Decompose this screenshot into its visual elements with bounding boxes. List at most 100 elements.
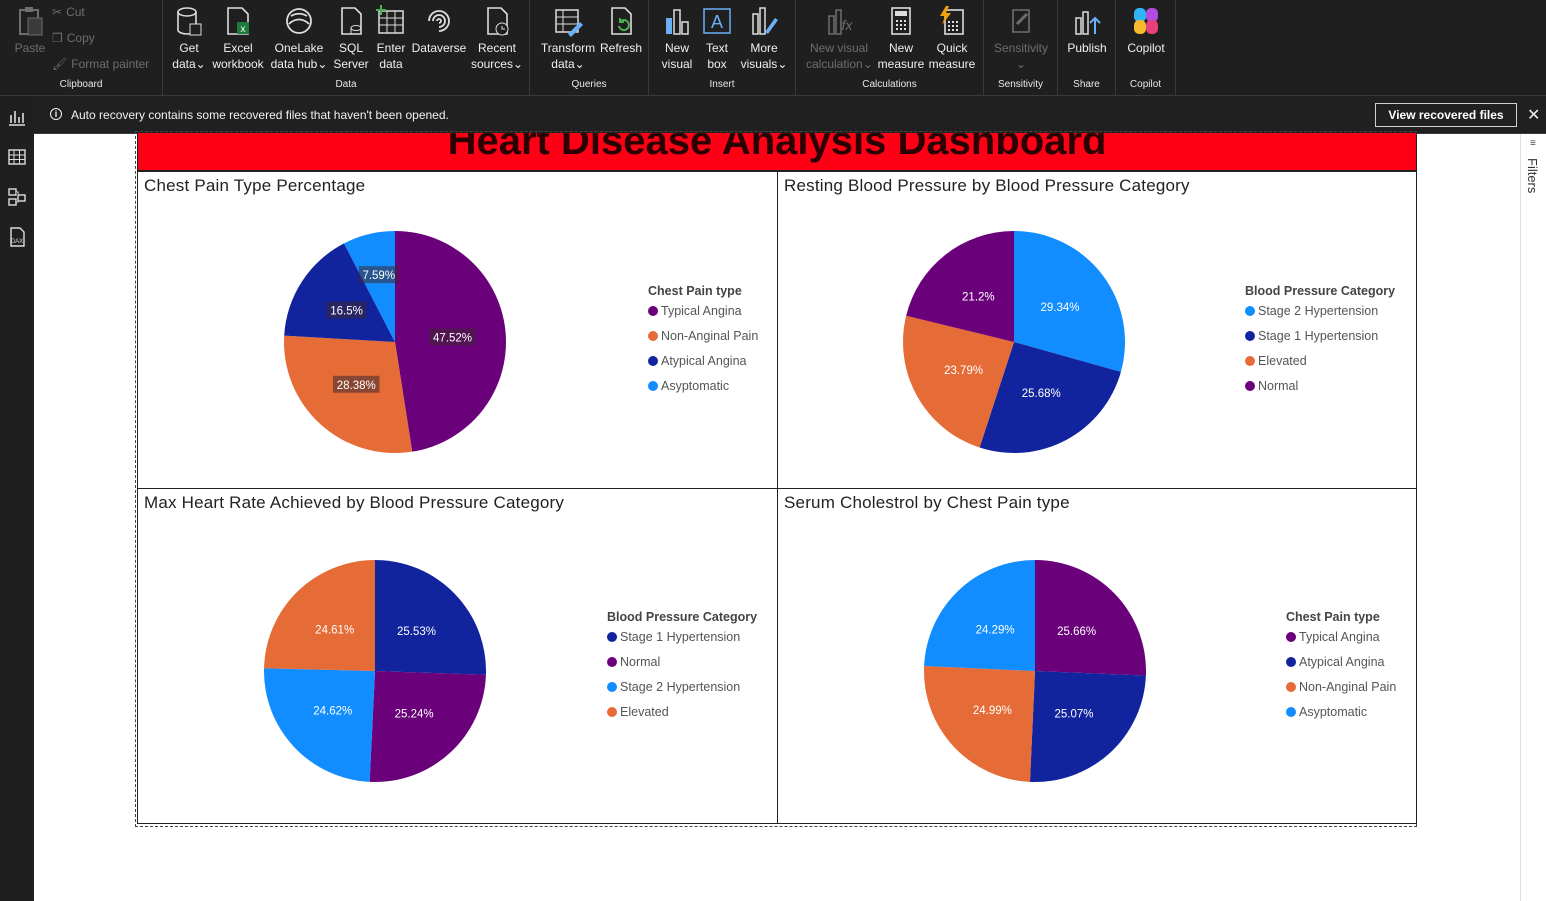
legend-item[interactable]: Atypical Angina xyxy=(648,354,758,379)
serum-cholestrol-visual[interactable]: Serum Cholestrol by Chest Pain type 25.6… xyxy=(777,488,1417,824)
pie-slice-stage-2-hypertension[interactable] xyxy=(264,668,375,782)
chart-legend: Chest Pain type Typical Angina Atypical An… xyxy=(1286,610,1396,730)
report-view-icon[interactable] xyxy=(6,106,28,128)
data-label: 24.99% xyxy=(973,705,1012,717)
legend-marker xyxy=(1286,682,1296,692)
pie-slice-elevated[interactable] xyxy=(264,560,375,671)
pie-chart: 25.53% 25.24% 24.62% 24.61% xyxy=(264,560,486,782)
pie-slice-stage-1-hypertension[interactable] xyxy=(375,560,486,675)
legend-item[interactable]: Atypical Angina xyxy=(1286,655,1396,680)
legend-label: Stage 2 Hypertension xyxy=(620,680,741,694)
legend-marker xyxy=(1245,356,1255,366)
publish-button[interactable]: Publish xyxy=(1064,4,1110,56)
pie-slice-normal[interactable] xyxy=(369,671,486,782)
legend-item[interactable]: Asyptomatic xyxy=(648,379,758,404)
sql-server-button[interactable]: SQL Server xyxy=(331,4,371,72)
cut-label: Cut xyxy=(66,5,85,19)
data-label: 25.53% xyxy=(397,626,436,638)
filters-pane-collapsed[interactable]: ≡ Filters xyxy=(1520,134,1546,901)
legend-item[interactable]: Non-Anginal Pain xyxy=(1286,680,1396,705)
bar-chart-icon xyxy=(666,9,689,35)
new-visual-calculation-button[interactable]: fx New visual calculation⌄ xyxy=(806,4,873,72)
pie-slice-typical-angina[interactable] xyxy=(1035,560,1146,676)
more-visuals-icon xyxy=(752,7,778,35)
new-visual-button[interactable]: New visual xyxy=(657,4,697,72)
share-group: Publish Share xyxy=(1058,0,1116,96)
excel-icon: x xyxy=(227,7,249,35)
table-view-icon[interactable] xyxy=(6,146,28,168)
view-recovered-files-button[interactable]: View recovered files xyxy=(1375,103,1517,127)
chest-pain-type-percentage-visual[interactable]: Chest Pain Type Percentage 47.52% 28.38% 1… xyxy=(137,171,778,489)
dashboard-banner[interactable]: Heart Disease Analysis Dashboard xyxy=(137,132,1417,171)
dataverse-label: Dataverse xyxy=(411,41,467,55)
close-icon[interactable]: ✕ xyxy=(1527,105,1540,125)
legend-item[interactable]: Typical Angina xyxy=(648,304,758,329)
legend-item[interactable]: Elevated xyxy=(1245,354,1395,379)
recent-sources-button[interactable]: Recent sources⌄ xyxy=(469,4,525,72)
legend-marker xyxy=(648,331,658,341)
pie-slice-atypical-angina[interactable] xyxy=(1029,671,1146,782)
sensitivity-button[interactable]: Sensitivity ⌄ xyxy=(990,4,1052,72)
legend-label: Atypical Angina xyxy=(661,354,747,368)
get-data-label-2: data xyxy=(172,57,196,71)
brush-icon: 🖌 xyxy=(52,57,68,71)
more-visuals-button[interactable]: More visuals⌄ xyxy=(739,4,789,72)
legend-title: Chest Pain type xyxy=(1286,610,1380,624)
copy-button[interactable]: ❐ Copy xyxy=(52,31,95,45)
table-plus-icon xyxy=(376,5,404,34)
model-view-icon[interactable] xyxy=(6,186,28,208)
pie-slice-non-anginal-pain[interactable] xyxy=(284,335,413,453)
text-box-label-2: box xyxy=(707,57,727,71)
calculations-group: fx New visual calculation⌄ New measure Qui… xyxy=(796,0,984,96)
copy-label: Copy xyxy=(66,31,95,45)
quick-measure-button[interactable]: Quick measure xyxy=(926,4,978,72)
excel-workbook-button[interactable]: x Excel workbook xyxy=(211,4,265,72)
pie-slice-non-anginal-pain[interactable] xyxy=(924,666,1035,782)
legend-item[interactable]: Stage 1 Hypertension xyxy=(1245,329,1395,354)
more-visuals-label-2: visuals xyxy=(740,57,778,71)
legend-item[interactable]: Elevated xyxy=(607,705,757,730)
legend-item[interactable]: Typical Angina xyxy=(1286,630,1396,655)
recent-sources-icon xyxy=(487,7,509,36)
legend-label: Non-Anginal Pain xyxy=(661,329,759,343)
legend-marker xyxy=(1245,306,1255,316)
data-label: 28.38% xyxy=(337,380,376,392)
transform-data-button[interactable]: Transform data⌄ xyxy=(538,4,598,72)
pie-slice-asyptomatic[interactable] xyxy=(924,560,1035,671)
copilot-button[interactable]: Copilot xyxy=(1122,4,1170,56)
queries-group-label: Queries xyxy=(571,79,607,90)
legend-item[interactable]: Non-Anginal Pain xyxy=(648,329,758,354)
paste-button[interactable]: Paste xyxy=(10,4,50,56)
legend-label: Atypical Angina xyxy=(1299,655,1385,669)
legend-item[interactable]: Asyptomatic xyxy=(1286,705,1396,730)
legend-item[interactable]: Stage 2 Hypertension xyxy=(1245,304,1395,329)
max-heart-rate-visual[interactable]: Max Heart Rate Achieved by Blood Pressur… xyxy=(137,488,778,824)
dataverse-button[interactable]: Dataverse xyxy=(411,4,467,56)
refresh-button[interactable]: Refresh xyxy=(598,4,644,56)
legend-item[interactable]: Stage 1 Hypertension xyxy=(607,630,757,655)
format-painter-button[interactable]: 🖌 Format painter xyxy=(52,57,149,71)
resting-blood-pressure-visual[interactable]: Resting Blood Pressure by Blood Pressure… xyxy=(777,171,1417,489)
enter-data-button[interactable]: Enter data xyxy=(371,4,411,72)
legend-item[interactable]: Normal xyxy=(1245,379,1395,404)
sql-label-2: Server xyxy=(333,57,369,71)
legend-item[interactable]: Stage 2 Hypertension xyxy=(607,680,757,705)
data-group: Get data⌄ x Excel workbook OneLake data hub… xyxy=(163,0,530,96)
copy-icon: ❐ xyxy=(52,31,63,45)
cut-button[interactable]: ✂ Cut xyxy=(52,5,85,19)
legend-marker xyxy=(648,381,658,391)
onelake-button[interactable]: OneLake data hub⌄ xyxy=(269,4,329,72)
get-data-button[interactable]: Get data⌄ xyxy=(169,4,209,72)
transform-icon xyxy=(555,9,583,37)
format-painter-label: Format painter xyxy=(71,57,150,71)
paste-icon xyxy=(19,7,43,36)
legend-item[interactable]: Normal xyxy=(607,655,757,680)
new-visual-label-1: New xyxy=(664,41,689,55)
new-measure-button[interactable]: New measure xyxy=(876,4,926,72)
visual-title: Max Heart Rate Achieved by Blood Pressur… xyxy=(144,493,565,512)
text-box-button[interactable]: A Text box xyxy=(699,4,735,72)
legend-title: Blood Pressure Category xyxy=(1245,284,1396,298)
sensitivity-label: Sensitivity xyxy=(993,41,1049,55)
transform-label-1: Transform xyxy=(540,41,596,55)
dax-query-view-icon[interactable]: DAX xyxy=(6,226,28,248)
